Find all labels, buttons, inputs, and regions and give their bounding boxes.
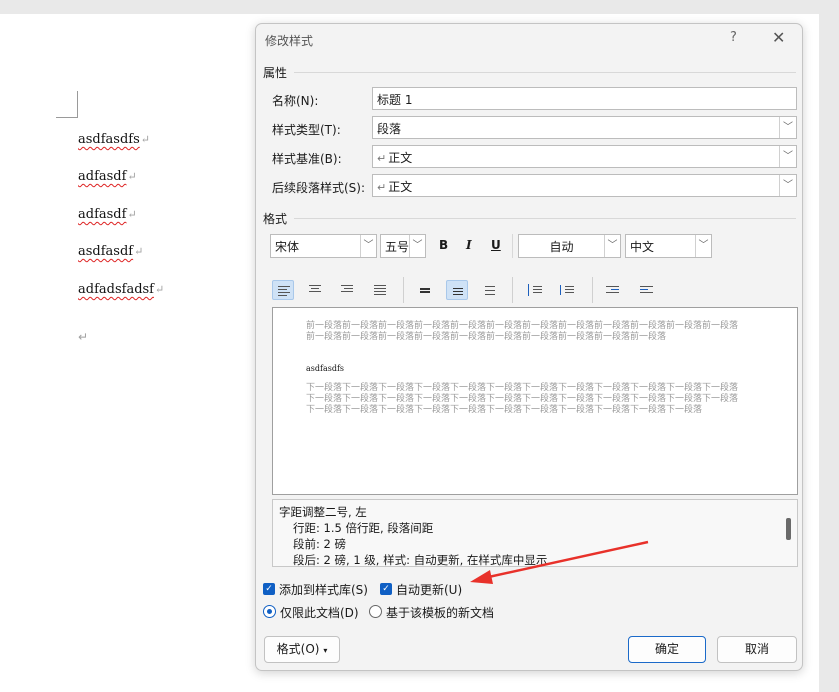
chevron-down-icon: ﹀ (779, 117, 796, 138)
paragraph-icon: ↵ (377, 152, 387, 165)
justify-icon[interactable] (369, 280, 391, 300)
auto-update-checkbox[interactable]: ✓ (380, 583, 392, 595)
dialog-title: 修改样式 (265, 34, 314, 48)
new-documents-template-label[interactable]: 基于该模板的新文档 (386, 604, 494, 621)
decrease-indent-icon[interactable] (602, 280, 624, 300)
style-description[interactable]: 字距调整二号, 左 行距: 1.5 倍行距, 段落间距 段前: 2 磅 段后: … (272, 499, 798, 567)
add-to-gallery-label[interactable]: 添加到样式库(S) (279, 581, 368, 598)
double-spacing-icon[interactable] (479, 280, 501, 300)
properties-heading: 属性 (263, 66, 288, 80)
increase-indent-icon[interactable] (636, 280, 658, 300)
section-divider (294, 218, 796, 219)
only-this-document-label[interactable]: 仅限此文档(D) (280, 604, 359, 621)
based-on-select[interactable]: ↵ 正文 ﹀ (372, 145, 797, 168)
align-left-icon[interactable] (272, 280, 294, 300)
align-right-icon[interactable] (336, 280, 358, 300)
underline-button[interactable]: U (491, 238, 501, 252)
single-spacing-icon[interactable] (414, 280, 436, 300)
chevron-down-icon: ﹀ (695, 235, 711, 257)
chevron-down-icon: ﹀ (779, 175, 796, 196)
increase-paragraph-spacing-icon[interactable] (524, 280, 546, 300)
doc-paragraph[interactable]: asdfasdfs↵ (78, 132, 150, 147)
preview-previous-paragraph: 前一段落前一段落前一段落前一段落前一段落前一段落前一段落前一段落前一段落前一段落… (306, 321, 739, 342)
toolbar-separator (512, 277, 513, 303)
cancel-button[interactable]: 取消 (717, 636, 797, 663)
close-icon[interactable]: ✕ (772, 28, 785, 47)
preview-sample-text: asdfasdfs (306, 364, 345, 373)
script-select[interactable]: 中文 ﹀ (625, 234, 712, 258)
add-to-gallery-checkbox[interactable]: ✓ (263, 583, 275, 595)
preview-next-paragraph: 下一段落下一段落下一段落下一段落下一段落下一段落下一段落下一段落下一段落下一段落… (306, 383, 739, 415)
next-style-label: 后续段落样式(S): (272, 181, 366, 195)
toolbar-separator (512, 234, 513, 258)
doc-paragraph[interactable]: adfasdf↵ (78, 207, 137, 222)
format-heading: 格式 (263, 212, 288, 226)
help-button[interactable]: ? (730, 30, 737, 45)
chevron-down-icon: ﹀ (779, 146, 796, 167)
name-label: 名称(N): (272, 94, 319, 108)
auto-update-label[interactable]: 自动更新(U) (396, 581, 462, 598)
chevron-down-icon: ﹀ (409, 235, 425, 257)
description-line: 段前: 2 磅 (293, 537, 347, 551)
name-field[interactable]: 标题 1 (372, 87, 797, 110)
new-documents-template-radio[interactable] (369, 605, 382, 618)
empty-paragraph-mark[interactable]: ↵ (78, 330, 88, 344)
italic-button[interactable]: I (466, 238, 472, 252)
paragraph-icon: ↵ (377, 181, 387, 194)
bold-button[interactable]: B (439, 238, 448, 252)
toolbar-separator (592, 277, 593, 303)
description-line: 段后: 2 磅, 1 级, 样式: 自动更新, 在样式库中显示 (293, 553, 548, 567)
style-preview: 前一段落前一段落前一段落前一段落前一段落前一段落前一段落前一段落前一段落前一段落… (272, 307, 798, 495)
caret-down-icon: ▾ (323, 646, 328, 655)
doc-paragraph[interactable]: asdfasdf↵ (78, 244, 143, 259)
only-this-document-radio[interactable] (263, 605, 276, 618)
toolbar-separator (403, 277, 404, 303)
style-type-label: 样式类型(T): (272, 123, 341, 137)
format-menu-button[interactable]: 格式(O) ▾ (264, 636, 340, 663)
doc-paragraph[interactable]: adfadsfadsf↵ (78, 282, 164, 297)
ok-button[interactable]: 确定 (628, 636, 706, 663)
doc-paragraph[interactable]: adfasdf↵ (78, 169, 137, 184)
chevron-down-icon: ﹀ (604, 235, 620, 257)
font-select[interactable]: 宋体 ﹀ (270, 234, 377, 258)
based-on-label: 样式基准(B): (272, 152, 342, 166)
next-style-select[interactable]: ↵ 正文 ﹀ (372, 174, 797, 197)
align-center-icon[interactable] (304, 280, 326, 300)
font-color-select[interactable]: 自动 ﹀ (518, 234, 621, 258)
chevron-down-icon: ﹀ (360, 235, 376, 257)
decrease-paragraph-spacing-icon[interactable] (556, 280, 578, 300)
margin-corner-mark (56, 91, 78, 118)
modify-style-dialog: 修改样式 ? ✕ 属性 名称(N): 标题 1 样式类型(T): 段落 ﹀ 样式基… (255, 23, 803, 671)
description-line: 行距: 1.5 倍行距, 段落间距 (293, 521, 434, 535)
one-half-spacing-icon[interactable] (446, 280, 468, 300)
font-size-select[interactable]: 五号 ﹀ (380, 234, 426, 258)
section-divider (294, 72, 796, 73)
style-type-select[interactable]: 段落 ﹀ (372, 116, 797, 139)
description-line: 字距调整二号, 左 (279, 505, 367, 519)
scrollbar-thumb[interactable] (786, 518, 791, 540)
